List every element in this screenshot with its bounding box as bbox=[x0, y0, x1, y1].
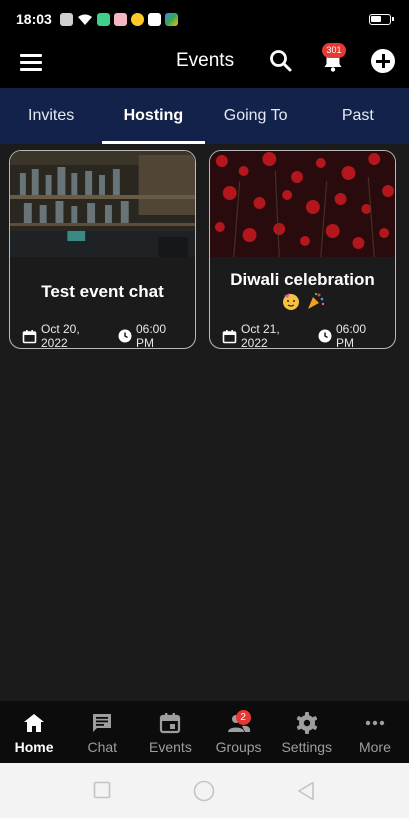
page-title: Events bbox=[176, 50, 235, 71]
nav-label: Chat bbox=[87, 739, 118, 755]
app-notification-icon bbox=[113, 12, 127, 26]
tab-past[interactable]: Past bbox=[307, 88, 409, 144]
event-card[interactable]: Test event chat Oct 20, 2022 06:00 PM bbox=[9, 150, 196, 349]
chat-icon bbox=[93, 714, 112, 732]
nav-events[interactable]: Events bbox=[136, 701, 204, 763]
more-icon bbox=[365, 720, 385, 726]
back-icon[interactable] bbox=[297, 781, 315, 801]
home-icon bbox=[24, 714, 45, 732]
tab-hosting[interactable]: Hosting bbox=[102, 88, 205, 144]
calendar-icon bbox=[160, 713, 181, 734]
app-notification-icon bbox=[164, 12, 178, 26]
event-image bbox=[10, 151, 195, 257]
nav-chat[interactable]: Chat bbox=[68, 701, 136, 763]
notification-x-icon bbox=[59, 12, 73, 26]
nav-settings[interactable]: Settings bbox=[273, 701, 341, 763]
tab-invites[interactable]: Invites bbox=[0, 88, 102, 144]
nav-label: Home bbox=[14, 739, 54, 755]
status-time: 18:03 bbox=[16, 11, 52, 27]
nav-home[interactable]: Home bbox=[0, 701, 68, 763]
tab-going-to[interactable]: Going To bbox=[205, 88, 307, 144]
event-meta: Oct 20, 2022 06:00 PM bbox=[22, 322, 185, 349]
events-screen: 18:03 Events 301 Invites Hosting Going T… bbox=[0, 0, 409, 818]
nav-label: Groups bbox=[215, 739, 262, 755]
recent-apps-icon[interactable] bbox=[93, 781, 111, 799]
wifi-icon bbox=[77, 14, 92, 25]
clock-icon bbox=[118, 329, 132, 343]
event-date: Oct 21, 2022 bbox=[241, 322, 280, 349]
event-title: Test event chat bbox=[41, 282, 164, 301]
event-time: 06:00 PM bbox=[336, 322, 367, 349]
event-title-emoji bbox=[210, 291, 395, 311]
event-tabs: Invites Hosting Going To Past bbox=[0, 88, 409, 144]
status-bar: 18:03 bbox=[0, 0, 409, 38]
party-popper-emoji bbox=[307, 292, 324, 309]
notification-badge: 301 bbox=[322, 43, 346, 58]
bottom-nav: Home Chat Events 2 Groups Settings More bbox=[0, 701, 409, 763]
event-time: 06:00 PM bbox=[136, 322, 167, 349]
party-face-emoji bbox=[282, 293, 299, 310]
event-title: Diwali celebration bbox=[230, 270, 375, 289]
gmail-icon bbox=[147, 12, 161, 26]
home-circle-icon[interactable] bbox=[193, 780, 215, 802]
battery-icon bbox=[369, 14, 394, 25]
calendar-icon bbox=[22, 329, 37, 343]
system-navigation-bar bbox=[0, 763, 409, 818]
event-image bbox=[210, 151, 395, 258]
status-icons bbox=[59, 12, 178, 26]
emoji-notification-icon bbox=[130, 12, 144, 26]
nav-groups[interactable]: 2 Groups bbox=[205, 701, 273, 763]
gear-icon bbox=[296, 712, 317, 734]
app-notification-icon bbox=[96, 12, 110, 26]
nav-label: Settings bbox=[281, 739, 333, 755]
nav-more[interactable]: More bbox=[341, 701, 409, 763]
calendar-icon bbox=[222, 329, 237, 343]
search-icon[interactable] bbox=[268, 48, 294, 74]
nav-label: More bbox=[358, 739, 391, 755]
groups-badge: 2 bbox=[235, 710, 251, 725]
nav-label: Events bbox=[149, 739, 192, 755]
app-bar: Events 301 bbox=[0, 38, 409, 88]
add-event-button[interactable] bbox=[371, 49, 395, 73]
event-date: Oct 20, 2022 bbox=[41, 322, 80, 349]
event-meta: Oct 21, 2022 06:00 PM bbox=[222, 322, 385, 349]
clock-icon bbox=[318, 329, 332, 343]
menu-button[interactable] bbox=[20, 52, 44, 72]
event-card[interactable]: Diwali celebration Oct 21, 2022 06:00 PM bbox=[209, 150, 396, 349]
